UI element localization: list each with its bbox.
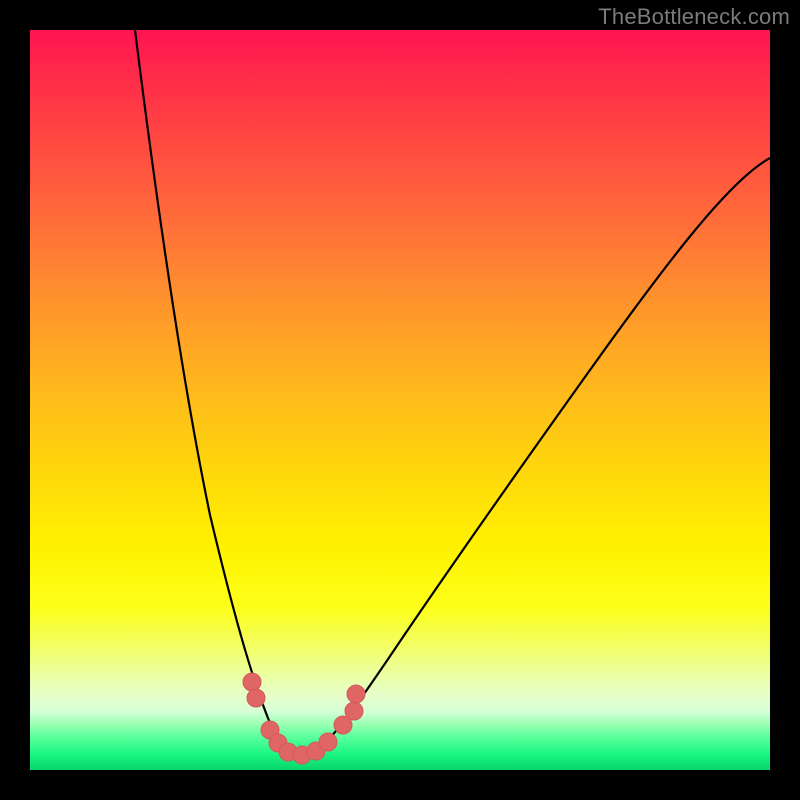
curve-marker xyxy=(345,702,363,720)
curve-marker xyxy=(347,685,365,703)
curve-marker xyxy=(247,689,265,707)
curve-marker xyxy=(243,673,261,691)
watermark-text: TheBottleneck.com xyxy=(598,4,790,30)
outer-frame: TheBottleneck.com xyxy=(0,0,800,800)
curve-markers xyxy=(30,30,770,770)
plot-area xyxy=(30,30,770,770)
curve-marker xyxy=(319,733,337,751)
marker-layer xyxy=(243,673,365,764)
